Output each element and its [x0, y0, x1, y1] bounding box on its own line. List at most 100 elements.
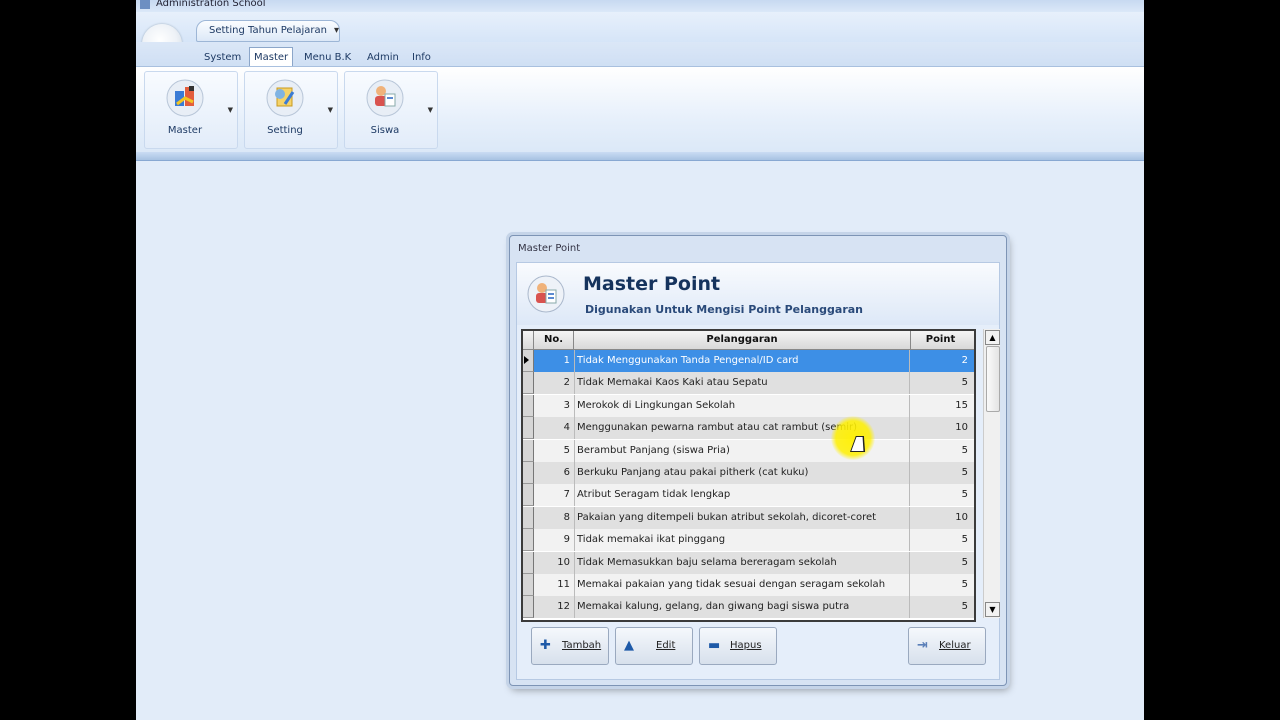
cell-pelanggaran[interactable]: Atribut Seragam tidak lengkap [574, 484, 910, 507]
pelanggaran-table[interactable]: No. Pelanggaran Point 1 Tidak Menggunakan… [521, 329, 976, 622]
row-selector[interactable] [523, 394, 534, 417]
cell-pelanggaran[interactable]: Pakaian yang ditempeli bukan atribut sek… [574, 506, 910, 529]
table-row[interactable]: 8 Pakaian yang ditempeli bukan atribut se… [523, 506, 974, 529]
table-row[interactable]: 7 Atribut Seragam tidak lengkap 5 [523, 484, 974, 507]
row-selector[interactable] [523, 484, 534, 507]
ribbon-setting-button[interactable]: Setting ▼ [244, 71, 338, 149]
chevron-down-icon[interactable]: ▼ [328, 106, 333, 114]
cell-point[interactable]: 5 [911, 440, 970, 462]
tab-menu-bk[interactable]: Menu B.K [300, 49, 355, 66]
ribbon-border [136, 152, 1144, 161]
cell-no[interactable]: 7 [534, 484, 572, 506]
plus-icon: ✚ [540, 638, 551, 653]
cell-pelanggaran[interactable]: Merokok di Lingkungan Sekolah [574, 394, 910, 417]
table-row[interactable]: 11 Memakai pakaian yang tidak sesuai deng… [523, 574, 974, 596]
column-header-point[interactable]: Point [911, 331, 970, 349]
tab-admin[interactable]: Admin [363, 49, 403, 66]
row-selector[interactable] [523, 574, 534, 596]
ribbon-master-label: Master [167, 125, 203, 136]
setting-tahun-pelajaran-button[interactable]: Setting Tahun Pelajaran [196, 20, 340, 42]
ribbon-tabs: System Master Menu B.K Admin Info [136, 42, 1144, 67]
siswa-icon [366, 79, 404, 117]
cell-point[interactable]: 5 [911, 574, 970, 596]
cell-pelanggaran[interactable]: Tidak Menggunakan Tanda Pengenal/ID card [574, 350, 910, 372]
table-row[interactable]: 4 Menggunakan pewarna rambut atau cat ram… [523, 417, 974, 440]
ribbon-siswa-button[interactable]: Siswa ▼ [344, 71, 438, 149]
triangle-up-icon: ▲ [624, 638, 634, 653]
row-selector[interactable] [523, 462, 534, 484]
cell-point[interactable]: 5 [911, 529, 970, 551]
column-header-pelanggaran[interactable]: Pelanggaran [574, 331, 911, 349]
row-selector[interactable] [523, 372, 534, 395]
dialog-caption: Master Point [518, 243, 581, 254]
tab-master[interactable]: Master [249, 47, 294, 67]
cell-no[interactable]: 1 [534, 350, 572, 372]
cell-no[interactable]: 9 [534, 529, 572, 551]
cell-pelanggaran[interactable]: Tidak memakai ikat pinggang [574, 529, 910, 552]
tambah-label: Tambah [562, 640, 602, 651]
scroll-down-icon[interactable]: ▼ [985, 602, 1000, 617]
table-row[interactable]: 10 Tidak Memasukkan baju selama bereragam… [523, 551, 974, 574]
column-header-no[interactable]: No. [534, 331, 574, 349]
edit-button[interactable]: ▲ Edit [615, 627, 693, 665]
exit-icon: ⇥ [917, 638, 928, 653]
master-icon [166, 79, 204, 117]
row-selector[interactable] [523, 506, 534, 529]
scroll-thumb[interactable] [986, 346, 1000, 412]
table-row[interactable]: 9 Tidak memakai ikat pinggang 5 [523, 529, 974, 552]
cell-no[interactable]: 6 [534, 462, 572, 484]
cell-point[interactable]: 5 [911, 484, 970, 506]
ribbon-master-button[interactable]: Master ▼ [144, 71, 238, 149]
dialog-panel: Master Point Digunakan Untuk Mengisi Poi… [516, 262, 1000, 680]
cell-pelanggaran[interactable]: Tidak Memasukkan baju selama bereragam s… [574, 551, 910, 574]
row-selector[interactable] [523, 551, 534, 574]
cell-no[interactable]: 12 [534, 596, 572, 618]
cell-point[interactable]: 2 [911, 350, 970, 372]
table-row[interactable]: 5 Berambut Panjang (siswa Pria) 5 [523, 439, 974, 462]
row-selector[interactable] [523, 439, 534, 462]
chevron-down-icon[interactable]: ▼ [428, 106, 433, 114]
cell-no[interactable]: 11 [534, 574, 572, 596]
hapus-button[interactable]: ▬ Hapus [699, 627, 777, 665]
cell-no[interactable]: 2 [534, 372, 572, 394]
cell-no[interactable]: 3 [534, 395, 572, 417]
tab-info[interactable]: Info [408, 49, 435, 66]
dialog-header: Master Point Digunakan Untuk Mengisi Poi… [517, 263, 999, 325]
keluar-button[interactable]: ⇥ Keluar [908, 627, 986, 665]
minus-icon: ▬ [708, 638, 721, 653]
cell-pelanggaran[interactable]: Tidak Memakai Kaos Kaki atau Sepatu [574, 372, 910, 395]
table-row[interactable]: 3 Merokok di Lingkungan Sekolah 15 [523, 394, 974, 417]
cell-pelanggaran[interactable]: Memakai pakaian yang tidak sesuai dengan… [574, 574, 910, 596]
tambah-button[interactable]: ✚ Tambah [531, 627, 609, 665]
row-selector[interactable] [523, 350, 534, 372]
cell-point[interactable]: 10 [911, 417, 970, 439]
table-scrollbar[interactable]: ▲ ▼ [983, 329, 1000, 618]
table-row[interactable]: 12 Memakai kalung, gelang, dan giwang bag… [523, 596, 974, 619]
row-selector[interactable] [523, 417, 534, 440]
qat-dropdown-icon[interactable]: ▾ [334, 25, 339, 36]
row-selector[interactable] [523, 596, 534, 619]
title-bar: Administration School [136, 0, 1144, 12]
cell-point[interactable]: 5 [911, 552, 970, 574]
cell-no[interactable]: 10 [534, 552, 572, 574]
table-row[interactable]: 1 Tidak Menggunakan Tanda Pengenal/ID car… [523, 350, 974, 372]
table-row[interactable]: 6 Berkuku Panjang atau pakai pitherk (cat… [523, 462, 974, 484]
chevron-down-icon[interactable]: ▼ [228, 106, 233, 114]
scroll-up-icon[interactable]: ▲ [985, 330, 1000, 345]
row-selector[interactable] [523, 529, 534, 552]
cell-no[interactable]: 4 [534, 417, 572, 439]
cell-point[interactable]: 5 [911, 596, 970, 618]
cell-no[interactable]: 8 [534, 507, 572, 529]
master-point-dialog: Master Point Master Point Digunakan Untu… [509, 235, 1007, 686]
cell-pelanggaran[interactable]: Berkuku Panjang atau pakai pitherk (cat … [574, 462, 910, 484]
cell-point[interactable]: 5 [911, 462, 970, 484]
tab-system[interactable]: System [200, 49, 245, 66]
cell-point[interactable]: 15 [911, 395, 970, 417]
cell-point[interactable]: 5 [911, 372, 970, 394]
ribbon-panel: Master ▼ Setting ▼ Siswa ▼ [136, 66, 1144, 153]
cell-no[interactable]: 5 [534, 440, 572, 462]
cell-point[interactable]: 10 [911, 507, 970, 529]
table-row[interactable]: 2 Tidak Memakai Kaos Kaki atau Sepatu 5 [523, 372, 974, 395]
cell-pelanggaran[interactable]: Memakai kalung, gelang, dan giwang bagi … [574, 596, 910, 619]
keluar-label: Keluar [939, 640, 971, 651]
